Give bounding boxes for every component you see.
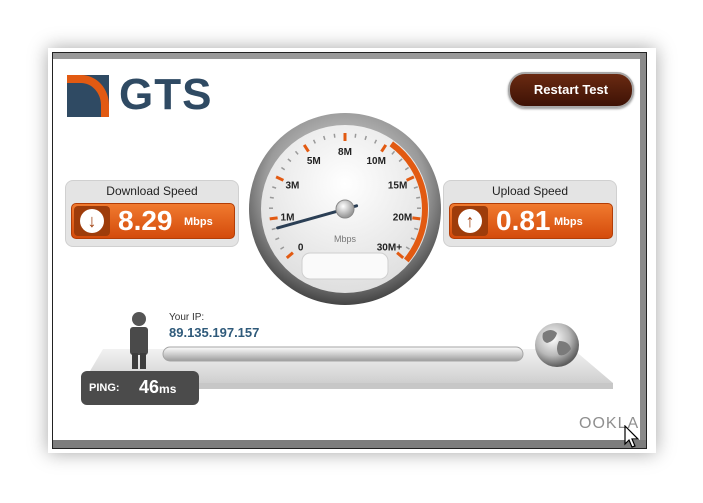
bottom-frame-bar	[53, 440, 646, 448]
gauge-minor-tick	[271, 227, 276, 231]
ping-readout: 46ms	[139, 377, 176, 398]
gauge-tick-label: 15M	[388, 181, 407, 192]
upload-speed-unit: Mbps	[554, 216, 583, 228]
upload-speed-panel: Upload Speed ↑ 0.81 Mbps	[443, 180, 617, 247]
upload-speed-title: Upload Speed	[491, 184, 569, 198]
restart-test-button[interactable]: Restart Test	[508, 72, 634, 108]
ping-unit: ms	[159, 382, 177, 396]
download-speed-value: 8.29	[118, 205, 173, 236]
download-speed-unit: Mbps	[184, 216, 213, 228]
gauge-tick-label: 10M	[366, 156, 385, 167]
gauge-tick-label: 0	[298, 242, 304, 253]
gauge-hub	[335, 199, 355, 219]
gauge-major-tick	[412, 216, 421, 221]
gauge-tick-label: 1M	[281, 213, 295, 224]
upload-speed-display: ↑ 0.81 Mbps	[449, 203, 613, 239]
logo-text: GTS	[119, 70, 213, 119]
mouse-cursor-icon	[624, 425, 640, 448]
download-speed-display: ↓ 8.29 Mbps	[71, 203, 235, 239]
right-frame-bar	[640, 53, 646, 448]
gauge-minor-tick	[269, 196, 274, 199]
download-speed-title: Download Speed	[106, 184, 198, 198]
download-speed-panel: Download Speed ↓ 8.29 Mbps	[65, 180, 239, 247]
gts-logo: GTS	[67, 69, 211, 119]
gauge-tick-label: 8M	[338, 147, 352, 158]
gts-logo-mark-icon	[67, 75, 109, 117]
gauge-major-tick	[269, 216, 278, 221]
speedtest-panel: GTS Restart Test Download Speed ↓ 8.29 M…	[52, 52, 647, 449]
speed-gauge: 0 1M 3M 5M 8M 10M 15M 20M 30M+ Mbps	[249, 113, 441, 305]
gauge-minor-tick	[333, 133, 336, 138]
arrow-up-icon: ↑	[458, 209, 482, 233]
gauge-tick-label: 20M	[393, 213, 412, 224]
gauge-minor-tick	[416, 196, 421, 199]
gauge-tick-label: 30M+	[377, 242, 402, 253]
ping-panel: PING: 46ms	[81, 371, 199, 405]
gauge-minor-tick	[414, 227, 419, 231]
gauge-readout-box	[301, 252, 389, 280]
gauge-unit-label: Mbps	[334, 234, 357, 244]
connection-tube	[162, 346, 524, 362]
upload-speed-value: 0.81	[496, 205, 551, 236]
globe-icon	[535, 323, 579, 367]
ping-label: PING:	[89, 382, 120, 394]
ping-value: 46	[139, 377, 160, 397]
top-frame-bar	[53, 53, 646, 59]
gauge-minor-tick	[354, 133, 357, 138]
gauge-tick-label: 3M	[285, 181, 299, 192]
arrow-down-icon: ↓	[80, 209, 104, 233]
gauge-tick-label: 5M	[307, 156, 321, 167]
